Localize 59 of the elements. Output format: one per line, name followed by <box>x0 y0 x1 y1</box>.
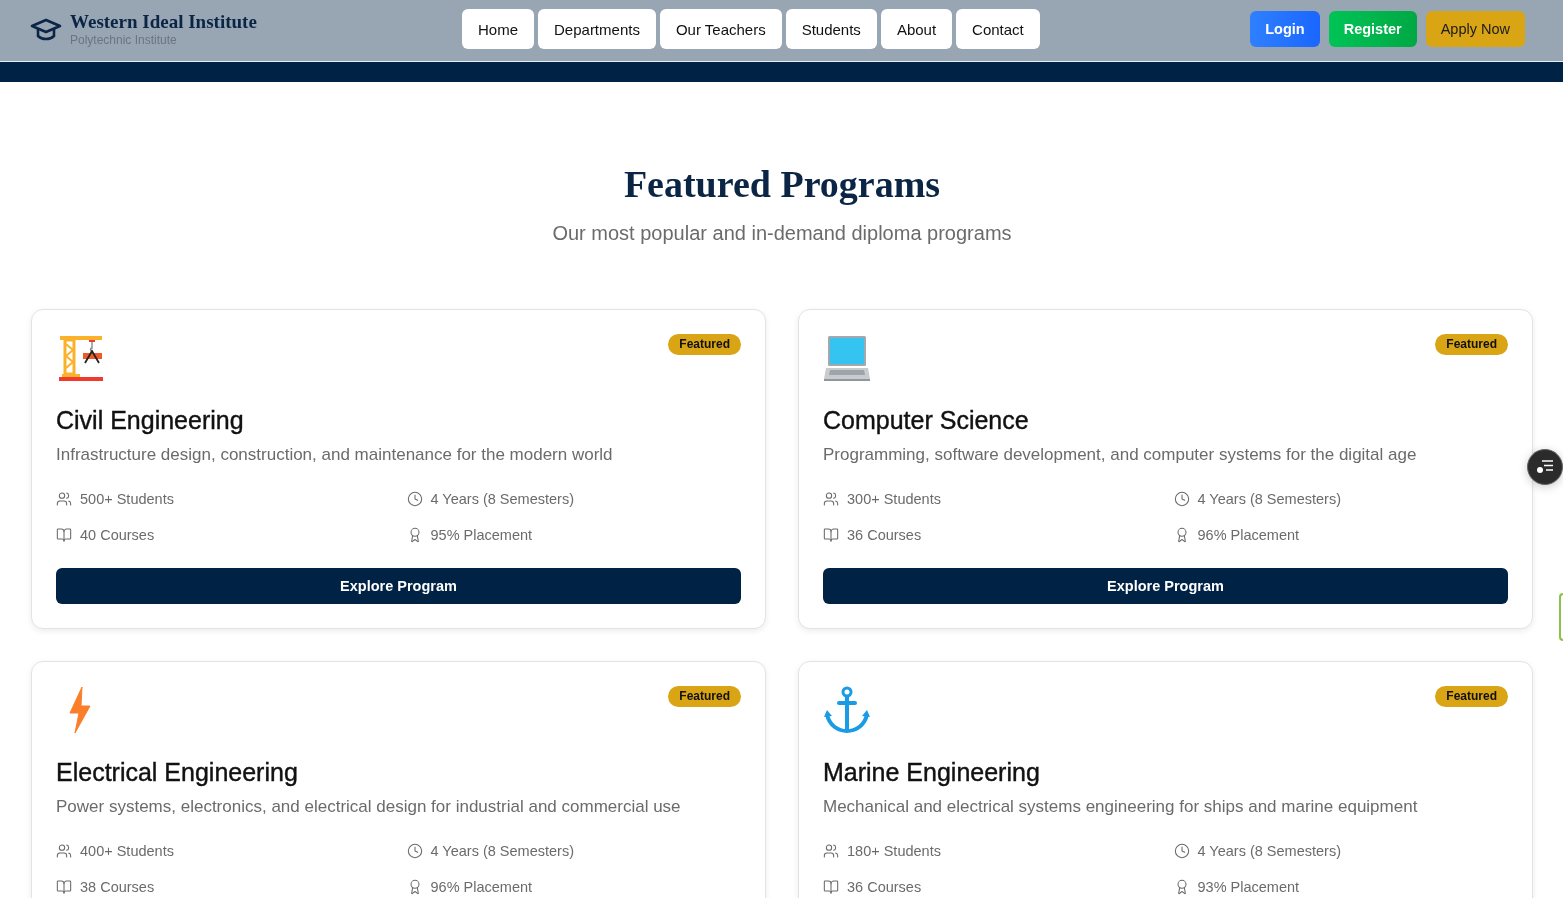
nav-link[interactable]: Students <box>785 9 877 49</box>
clock-icon <box>406 843 423 859</box>
graduation-cap-icon <box>30 17 62 41</box>
program-title: Computer Science <box>823 405 1030 435</box>
program-stat: 40 Courses <box>80 527 155 543</box>
program-stat: 96% Placement <box>430 879 533 895</box>
program-stat: 400+ Students <box>80 843 174 859</box>
clock-icon <box>1173 843 1190 859</box>
open-book-icon <box>56 879 72 895</box>
nav-link[interactable]: Home <box>462 9 534 49</box>
program-stat: 36 Courses <box>847 527 922 543</box>
program-description: Mechanical and electrical systems engineering for ships and marine equipment <box>823 796 1419 818</box>
anchor-icon <box>823 686 871 734</box>
program-stat: 4 Years (8 Semesters) <box>1197 491 1341 507</box>
menu-lines-icon <box>1536 460 1554 474</box>
explore-program-button[interactable]: Explore Program <box>56 568 741 604</box>
open-book-icon <box>56 527 72 543</box>
nav-link[interactable]: About <box>880 9 953 49</box>
laptop-icon <box>823 334 871 382</box>
clock-icon <box>406 491 423 507</box>
floating-menu-button[interactable] <box>1527 449 1563 485</box>
nav-link[interactable]: Our Teachers <box>659 9 782 49</box>
people-icon <box>823 491 839 507</box>
program-stat: 38 Courses <box>80 879 155 895</box>
explore-program-button[interactable]: Explore Program <box>823 568 1508 604</box>
program-title: Civil Engineering <box>56 405 245 435</box>
program-stat: 36 Courses <box>847 879 922 895</box>
program-stat: 500+ Students <box>80 491 174 507</box>
section-title: Featured Programs <box>622 162 942 207</box>
people-icon <box>56 843 72 859</box>
program-stat: 95% Placement <box>430 527 533 543</box>
section-subtitle: Our most popular and in-demand diploma programs <box>551 221 1013 246</box>
site-title: Western Ideal Institute <box>70 10 257 32</box>
featured-badge: Featured <box>668 334 741 355</box>
featured-badge: Featured <box>668 686 741 707</box>
program-stat: 180+ Students <box>847 843 941 859</box>
program-stat: 4 Years (8 Semesters) <box>430 491 574 507</box>
people-icon <box>56 491 72 507</box>
program-description: Infrastructure design, construction, and maintenance for the modern world <box>56 444 614 466</box>
apply-button[interactable]: Apply Now <box>1425 11 1525 47</box>
featured-badge: Featured <box>1435 686 1508 707</box>
nav-link[interactable]: Contact <box>956 9 1040 49</box>
featured-badge: Featured <box>1435 334 1508 355</box>
program-stat: 96% Placement <box>1197 527 1300 543</box>
clock-icon <box>1173 491 1190 507</box>
crane-icon <box>56 334 104 382</box>
program-title: Electrical Engineering <box>56 757 299 787</box>
login-button[interactable]: Login <box>1250 11 1320 47</box>
program-stat: 300+ Students <box>847 491 941 507</box>
people-icon <box>823 843 839 859</box>
program-description: Programming, software development, and computer systems for the digital age <box>823 444 1418 466</box>
program-stat: 93% Placement <box>1197 879 1300 895</box>
program-stat: 4 Years (8 Semesters) <box>430 843 574 859</box>
open-book-icon <box>823 879 839 895</box>
program-title: Marine Engineering <box>823 757 1041 787</box>
program-stat: 4 Years (8 Semesters) <box>1197 843 1341 859</box>
program-description: Power systems, electronics, and electrical design for industrial and commercial use <box>56 796 682 818</box>
open-book-icon <box>823 527 839 543</box>
nav-link[interactable]: Departments <box>538 9 656 49</box>
